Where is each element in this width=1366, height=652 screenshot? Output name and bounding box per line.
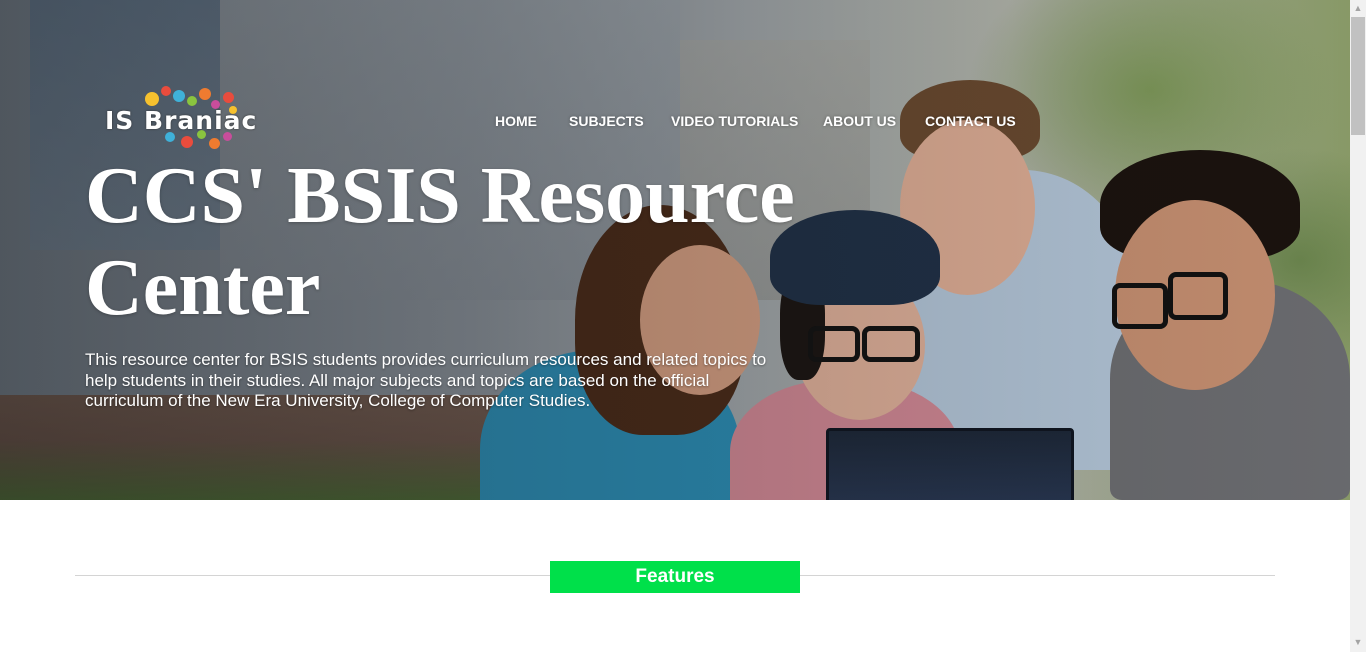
nav-home[interactable]: HOME <box>495 113 537 129</box>
site-logo[interactable]: IS Braniac <box>105 86 270 156</box>
logo-dot <box>223 92 234 103</box>
scrollbar-thumb[interactable] <box>1351 17 1365 135</box>
nav-video-tutorials[interactable]: VIDEO TUTORIALS <box>671 113 798 129</box>
logo-dot <box>181 136 193 148</box>
nav-subjects[interactable]: SUBJECTS <box>569 113 644 129</box>
logo-dot <box>199 88 211 100</box>
logo-dot <box>145 92 159 106</box>
logo-text: IS Braniac <box>105 106 258 135</box>
triangle-up-icon[interactable]: ▲ <box>1350 0 1366 16</box>
features-heading: Features <box>550 561 800 593</box>
triangle-down-icon[interactable]: ▼ <box>1350 634 1366 650</box>
nav-about-us[interactable]: ABOUT US <box>823 113 896 129</box>
nav-contact-us[interactable]: CONTACT US <box>925 113 1016 129</box>
logo-dot <box>209 138 220 149</box>
page-scrollbar[interactable]: ▲ ▼ <box>1350 0 1366 652</box>
hero-banner: IS Braniac HOME SUBJECTS VIDEO TUTORIALS… <box>0 0 1350 500</box>
logo-dot <box>161 86 171 96</box>
logo-dot <box>187 96 197 106</box>
hero-title: CCS' BSIS Resource Center <box>85 152 795 332</box>
hero-description: This resource center for BSIS students p… <box>85 350 767 410</box>
logo-dot <box>173 90 185 102</box>
